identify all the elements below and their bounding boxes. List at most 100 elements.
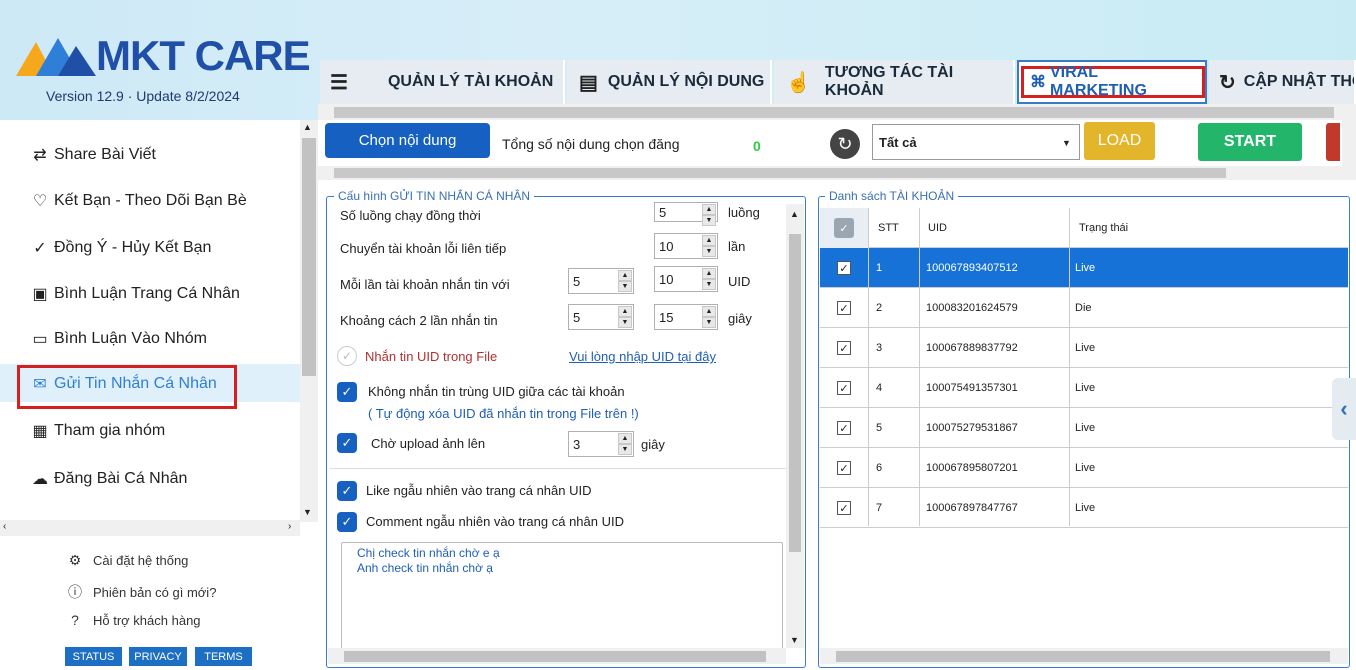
row-checkbox[interactable]: ✓ xyxy=(837,341,851,355)
switch-account-input[interactable]: 10 ▲ ▼ xyxy=(654,233,718,259)
table-row[interactable]: ✓ 3 100067889837792 Live xyxy=(820,328,1348,368)
comment-label: Comment ngẫu nhiên vào trang cá nhân UID xyxy=(366,514,624,529)
row-checkbox-cell[interactable]: ✓ xyxy=(820,368,868,408)
row-checkbox[interactable]: ✓ xyxy=(837,261,851,275)
sidebar-item-group-comment[interactable]: ▭ Bình Luận Vào Nhóm xyxy=(30,329,207,349)
sidebar-item-join-group[interactable]: ▦ Tham gia nhóm xyxy=(30,421,165,441)
main-top-scroll-thumb[interactable] xyxy=(334,107,1334,118)
tab-content-management[interactable]: ▤ QUẢN LÝ NỘI DUNG xyxy=(567,60,772,104)
sidebar-scroll-thumb[interactable] xyxy=(302,138,316,376)
config-group-title: Cấu hình GỬI TIN NHẮN CÁ NHÂN xyxy=(334,189,535,203)
column-header-status[interactable]: Trạng thái xyxy=(1079,208,1128,248)
column-header-uid[interactable]: UID xyxy=(928,208,947,248)
gap-label: Khoảng cách 2 lần nhắn tin xyxy=(340,313,498,328)
row-status: Live xyxy=(1075,262,1096,274)
message-textarea[interactable]: Chị check tin nhắn chờ e ạ Anh check tin… xyxy=(341,542,783,650)
group-icon: ▦ xyxy=(32,423,48,440)
refresh-icon[interactable]: ↻ xyxy=(830,129,860,159)
each-unit: UID xyxy=(728,274,751,289)
collapse-panel-icon[interactable]: ‹ xyxy=(1332,378,1356,440)
table-row[interactable]: ✓ 1 100067893407512 Live xyxy=(820,248,1348,288)
switch-account-label: Chuyển tài khoản lỗi liên tiếp xyxy=(340,241,507,256)
table-row[interactable]: ✓ 5 100075279531867 Live xyxy=(820,408,1348,448)
scroll-right-icon[interactable]: › xyxy=(288,521,291,532)
share-arrows-icon: ⇄ xyxy=(33,147,47,164)
select-all-cell[interactable]: ✓ xyxy=(820,208,868,248)
row-checkbox[interactable]: ✓ xyxy=(837,461,851,475)
settings-link[interactable]: ⚙ Cài đặt hệ thống xyxy=(66,552,189,569)
tab-viral-marketing[interactable]: ⌘ VIRAL MARKETING xyxy=(1017,60,1207,104)
table-row[interactable]: ✓ 2 100083201624579 Die xyxy=(820,288,1348,328)
config-scroll-thumb[interactable] xyxy=(789,234,801,552)
gap-min-input[interactable]: 5 ▲ ▼ xyxy=(568,304,634,330)
row-checkbox-cell[interactable]: ✓ xyxy=(820,448,868,488)
sidebar-hscrollbar[interactable] xyxy=(0,520,300,536)
row-checkbox-cell[interactable]: ✓ xyxy=(820,488,868,528)
row-checkbox[interactable]: ✓ xyxy=(837,501,851,515)
accounts-hscroll-thumb[interactable] xyxy=(836,651,1330,662)
tab-account-management[interactable]: ☰ QUẢN LÝ TÀI KHOẢN xyxy=(320,60,565,104)
table-row[interactable]: ✓ 4 100075491357301 Live xyxy=(820,368,1348,408)
row-stt: 6 xyxy=(876,462,883,474)
terms-badge[interactable]: TERMS xyxy=(195,647,252,666)
table-row[interactable]: ✓ 7 100067897847767 Live xyxy=(820,488,1348,528)
comment-icon: ▭ xyxy=(32,331,48,348)
sidebar-item-accept-friend[interactable]: ✓ Đồng Ý - Hủy Kết Bạn xyxy=(30,238,211,258)
accounts-group-title: Danh sách TÀI KHOẢN xyxy=(825,189,959,203)
scroll-down-icon[interactable]: ▼ xyxy=(303,507,312,517)
config-divider xyxy=(330,468,786,469)
network-icon: ⌘ xyxy=(1030,74,1046,91)
sidebar-item-profile-comment[interactable]: ▣ Bình Luận Trang Cá Nhân xyxy=(30,284,239,304)
wait-upload-checkbox[interactable]: ✓ xyxy=(337,433,357,453)
tab-account-interaction[interactable]: ☝ TƯƠNG TÁC TÀI KHOẢN xyxy=(774,60,1015,104)
config-hscroll-thumb[interactable] xyxy=(344,651,766,662)
comment-checkbox[interactable]: ✓ xyxy=(337,512,357,532)
privacy-badge[interactable]: PRIVACY xyxy=(129,647,187,666)
app-logo: MKT CARE xyxy=(96,32,311,79)
scroll-left-icon[interactable]: ‹ xyxy=(3,521,6,532)
cloud-upload-icon: ☁ xyxy=(32,471,48,488)
tab-viral-highlight: ⌘ VIRAL MARKETING xyxy=(1021,64,1205,99)
sidebar-item-add-friend[interactable]: ♡ Kết Bạn - Theo Dõi Bạn Bè xyxy=(30,191,247,211)
row-stt: 1 xyxy=(876,262,883,274)
tab-update[interactable]: ↻ CẬP NHẬT THO xyxy=(1209,60,1356,104)
scroll-down-icon[interactable]: ▼ xyxy=(790,635,799,645)
each-max-input[interactable]: 10 ▲ ▼ xyxy=(654,266,718,292)
gap-max-input[interactable]: 15 ▲ ▼ xyxy=(654,304,718,330)
main-second-scroll-thumb[interactable] xyxy=(334,168,1226,178)
row-uid: 100067897847767 xyxy=(926,502,1018,514)
toolbar-scrollbar[interactable] xyxy=(1342,120,1356,166)
select-all-checkbox[interactable]: ✓ xyxy=(834,218,854,238)
row-checkbox-cell[interactable]: ✓ xyxy=(820,328,868,368)
stop-button[interactable] xyxy=(1326,123,1340,161)
uid-file-link[interactable]: Vui lòng nhập UID tại đây xyxy=(569,349,716,364)
threads-label: Số luồng chạy đồng thời xyxy=(340,208,481,223)
status-badge[interactable]: STATUS xyxy=(65,647,122,666)
column-header-stt[interactable]: STT xyxy=(878,208,899,248)
table-row[interactable]: ✓ 6 100067895807201 Live xyxy=(820,448,1348,488)
no-duplicate-checkbox[interactable]: ✓ xyxy=(337,382,357,402)
each-min-input[interactable]: 5 ▲ ▼ xyxy=(568,268,634,294)
sidebar-item-post[interactable]: ☁ Đăng Bài Cá Nhân xyxy=(30,469,187,489)
scroll-up-icon[interactable]: ▲ xyxy=(790,209,799,219)
filter-select[interactable]: Tất cả xyxy=(872,124,1080,160)
row-checkbox-cell[interactable]: ✓ xyxy=(820,288,868,328)
scroll-up-icon[interactable]: ▲ xyxy=(303,122,312,132)
row-uid: 100075279531867 xyxy=(926,422,1018,434)
row-checkbox-cell[interactable]: ✓ xyxy=(820,408,868,448)
support-link[interactable]: ? Hỗ trợ khách hàng xyxy=(66,612,200,628)
wait-upload-input[interactable]: 3 ▲ ▼ xyxy=(568,431,634,457)
start-button[interactable]: START xyxy=(1198,123,1302,161)
row-checkbox[interactable]: ✓ xyxy=(837,421,851,435)
row-checkbox-cell[interactable]: ✓ xyxy=(820,248,868,288)
sidebar-item-share[interactable]: ⇄ Share Bài Viết xyxy=(30,145,156,165)
row-checkbox[interactable]: ✓ xyxy=(837,301,851,315)
choose-content-button[interactable]: Chọn nội dung xyxy=(325,123,490,158)
row-uid: 100075491357301 xyxy=(926,382,1018,394)
load-button[interactable]: LOAD xyxy=(1084,122,1155,160)
row-checkbox[interactable]: ✓ xyxy=(837,381,851,395)
threads-input[interactable]: 5 ▲ ▼ xyxy=(654,202,718,226)
uid-file-checkbox[interactable]: ✓ xyxy=(337,346,357,366)
whats-new-link[interactable]: ⓘ Phiên bản có gì mới? xyxy=(66,582,216,602)
like-checkbox[interactable]: ✓ xyxy=(337,481,357,501)
